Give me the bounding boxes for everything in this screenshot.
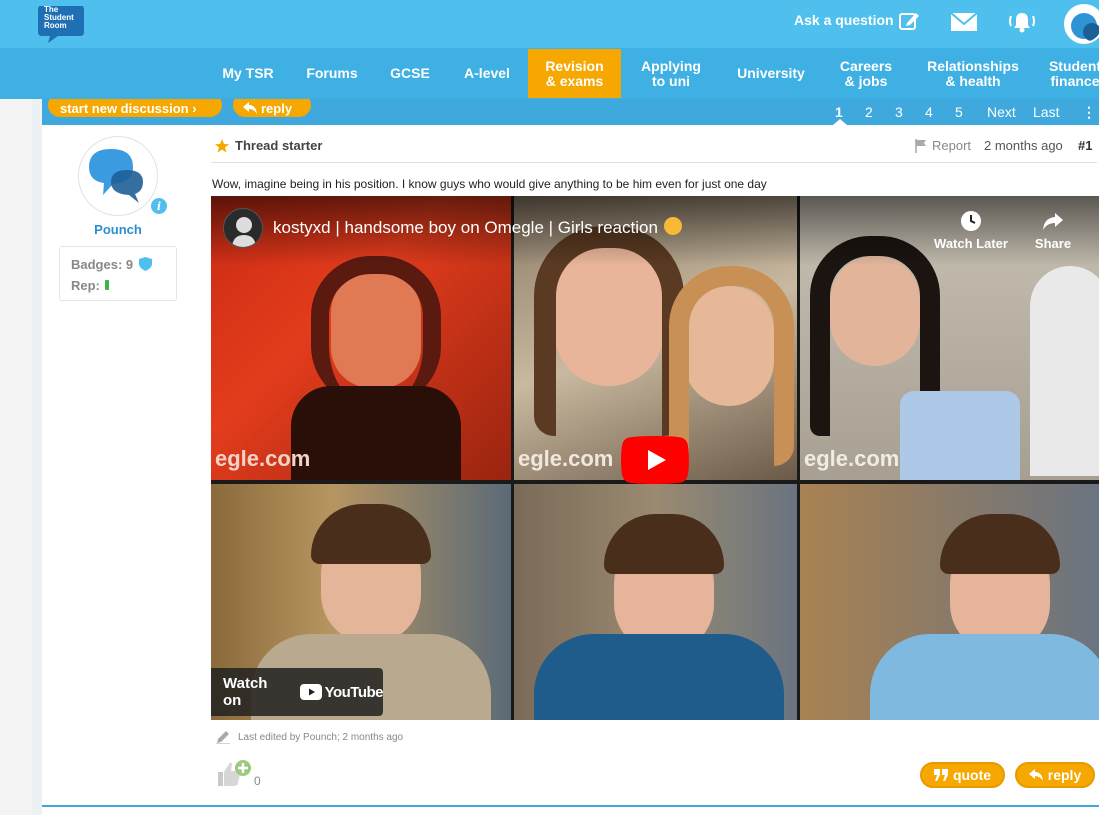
post-divider bbox=[42, 805, 1099, 807]
author-name[interactable]: Pounch bbox=[78, 222, 158, 237]
reply-arrow-icon bbox=[243, 102, 257, 114]
play-button-icon[interactable] bbox=[621, 436, 689, 484]
nav-revision-exams[interactable]: Revision & exams bbox=[528, 49, 621, 98]
quote-icon bbox=[933, 769, 948, 781]
reply-button-top[interactable]: reply bbox=[233, 99, 311, 117]
top-bar: The Student Room Ask a question bbox=[0, 0, 1099, 48]
author-avatar[interactable] bbox=[78, 136, 158, 216]
nav-label: Applying to uni bbox=[641, 57, 701, 89]
nav-university[interactable]: University bbox=[726, 48, 816, 99]
page-5[interactable]: 5 bbox=[955, 104, 963, 120]
more-options-icon[interactable]: ⋮ bbox=[1082, 104, 1096, 121]
heart-eyes-emoji-icon bbox=[663, 217, 682, 235]
youtube-wordmark: YouTube bbox=[324, 683, 384, 701]
nav-careers-jobs[interactable]: Careers & jobs bbox=[830, 48, 902, 99]
edited-note: Last edited by Pounch; 2 months ago bbox=[216, 730, 403, 744]
author-stats: Badges: 9 Rep: bbox=[59, 246, 177, 301]
rep-bar bbox=[105, 280, 109, 290]
reply-arrow-icon bbox=[1028, 769, 1043, 781]
post-timestamp: 2 months ago bbox=[984, 138, 1063, 153]
video-title-text: kostyxd | handsome boy on Omegle | Girls… bbox=[273, 218, 658, 237]
reply-button[interactable]: reply bbox=[1015, 762, 1095, 788]
site-logo[interactable]: The Student Room bbox=[36, 2, 86, 44]
omegle-watermark: egle.com bbox=[518, 446, 614, 471]
video-cell-boy-2 bbox=[514, 484, 797, 720]
last-page-link[interactable]: Last bbox=[1033, 104, 1059, 120]
post-header: Thread starter Report 2 months ago #1 bbox=[211, 135, 1097, 163]
page-2[interactable]: 2 bbox=[865, 104, 873, 120]
nav-a-level[interactable]: A-level bbox=[452, 48, 522, 99]
channel-avatar-icon bbox=[232, 217, 256, 247]
nav-forums[interactable]: Forums bbox=[296, 48, 368, 99]
quote-label: quote bbox=[952, 767, 992, 783]
nav-label: Relationships & health bbox=[927, 57, 1019, 89]
nav-label: Revision & exams bbox=[545, 57, 604, 89]
video-cell-boy-3 bbox=[800, 484, 1099, 720]
left-gutter bbox=[0, 99, 32, 815]
post-number[interactable]: #1 bbox=[1078, 138, 1092, 153]
quote-button[interactable]: quote bbox=[920, 762, 1005, 788]
thread-starter-tag: Thread starter bbox=[215, 138, 322, 153]
user-avatar[interactable] bbox=[1064, 4, 1099, 44]
omegle-watermark: egle.com bbox=[804, 446, 900, 471]
nav-gcse[interactable]: GCSE bbox=[382, 48, 438, 99]
nav-student-finance[interactable]: Student finance bbox=[1044, 48, 1099, 99]
like-plus-icon[interactable] bbox=[216, 758, 256, 788]
info-icon[interactable]: i bbox=[149, 196, 169, 216]
youtube-embed[interactable]: egle.com egle.com egle.com kostyxd | han… bbox=[211, 196, 1099, 720]
reply-label: reply bbox=[1047, 767, 1082, 783]
page-3[interactable]: 3 bbox=[895, 104, 903, 120]
thread-toolbar: start new discussion › reply 1 2 3 4 5 N… bbox=[42, 99, 1099, 125]
bell-icon[interactable] bbox=[1006, 10, 1038, 34]
page-1[interactable]: 1 bbox=[835, 104, 843, 120]
shield-icon bbox=[138, 257, 152, 271]
logo-text: The Student Room bbox=[44, 5, 74, 30]
speech-bubbles-icon bbox=[89, 149, 143, 203]
start-new-discussion-button[interactable]: start new discussion › bbox=[48, 99, 222, 117]
video-title[interactable]: kostyxd | handsome boy on Omegle | Girls… bbox=[273, 217, 682, 238]
reply-label: reply bbox=[261, 100, 293, 116]
share-button[interactable]: Share bbox=[1027, 210, 1079, 251]
watch-on-youtube-button[interactable]: Watch on YouTube bbox=[211, 668, 384, 716]
nav-my-tsr[interactable]: My TSR bbox=[214, 48, 282, 99]
like-count: 0 bbox=[254, 774, 261, 788]
edited-text: Last edited by Pounch; 2 months ago bbox=[238, 731, 404, 743]
watch-on-label: Watch on bbox=[223, 675, 268, 709]
badges-label: Badges: 9 bbox=[71, 257, 134, 272]
nav-applying-to-uni[interactable]: Applying to uni bbox=[631, 48, 711, 99]
rep-label: Rep: bbox=[71, 278, 100, 293]
next-page-link[interactable]: Next bbox=[987, 104, 1016, 120]
watch-later-label: Watch Later bbox=[934, 236, 1008, 251]
watch-later-button[interactable]: Watch Later bbox=[929, 210, 1013, 251]
nav-label: Careers & jobs bbox=[839, 57, 893, 89]
nav-label: Student finance bbox=[1048, 57, 1099, 89]
post-body: Wow, imagine being in his position. I kn… bbox=[212, 177, 767, 191]
clock-icon bbox=[961, 211, 981, 231]
youtube-icon bbox=[299, 684, 322, 700]
nav-relationships-health[interactable]: Relationships & health bbox=[918, 48, 1028, 99]
ask-question-link[interactable]: Ask a question bbox=[794, 12, 894, 28]
channel-avatar[interactable] bbox=[223, 208, 263, 248]
mail-icon[interactable] bbox=[950, 12, 978, 32]
star-icon bbox=[215, 138, 229, 152]
share-arrow-icon bbox=[1043, 213, 1063, 230]
thread-starter-label: Thread starter bbox=[235, 138, 323, 153]
edit-icon[interactable] bbox=[898, 10, 920, 32]
avatar-bubble-icon bbox=[1071, 13, 1099, 41]
share-label: Share bbox=[1034, 236, 1072, 251]
badges-count[interactable]: Badges: 9 bbox=[71, 257, 152, 272]
report-link[interactable]: Report bbox=[915, 138, 971, 153]
youtube-logo: YouTube bbox=[299, 683, 384, 701]
pencil-icon bbox=[216, 731, 230, 744]
flag-icon bbox=[915, 138, 926, 153]
report-label: Report bbox=[932, 138, 972, 153]
page-4[interactable]: 4 bbox=[925, 104, 933, 120]
omegle-watermark: egle.com bbox=[215, 446, 311, 471]
main-nav: My TSR Forums GCSE A-level Revision & ex… bbox=[0, 48, 1099, 99]
